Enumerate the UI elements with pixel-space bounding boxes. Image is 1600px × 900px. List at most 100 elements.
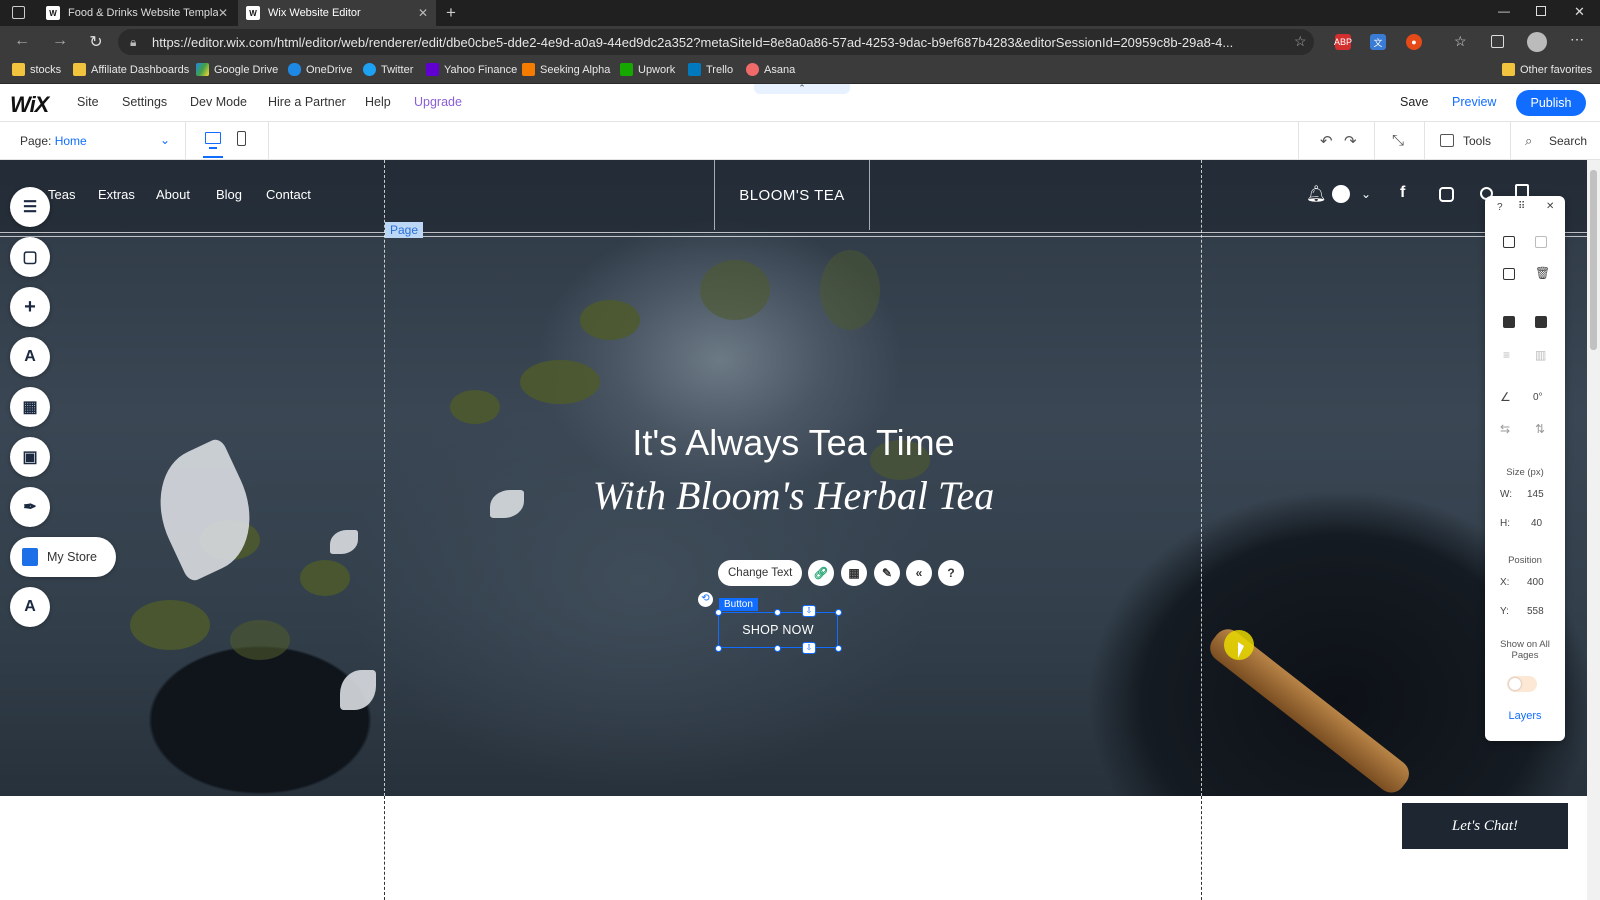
account-avatar-icon[interactable] (1332, 185, 1350, 203)
menu-upgrade[interactable]: Upgrade (414, 95, 462, 109)
help-icon[interactable]: ? (938, 560, 964, 586)
site-nav-extras[interactable]: Extras (98, 187, 135, 202)
change-text-button[interactable]: Change Text (718, 560, 803, 586)
reload-icon[interactable]: ↻ (86, 32, 106, 52)
more-menu-icon[interactable]: ⋯ (1570, 31, 1584, 48)
site-header[interactable]: Teas Extras About Blog Contact BLOOM'S T… (0, 160, 1587, 234)
desktop-view-icon[interactable] (205, 132, 221, 149)
bookmark-seeking-alpha[interactable]: Seeking Alpha (522, 63, 610, 76)
site-nav-teas[interactable]: Teas (48, 187, 75, 202)
help-icon[interactable]: ? (1497, 202, 1503, 213)
chevron-down-icon[interactable]: ⌄ (1361, 187, 1371, 201)
editor-canvas[interactable]: Teas Extras About Blog Contact BLOOM'S T… (0, 160, 1587, 900)
rotation-value[interactable]: 0° (1533, 392, 1543, 403)
rotate-handle-icon[interactable]: ⟲ (698, 592, 713, 607)
hero-subheadline[interactable]: With Bloom's Herbal Tea (0, 472, 1587, 519)
delete-icon[interactable]: 🗑︎ (1535, 266, 1550, 280)
align-icon[interactable] (1535, 316, 1547, 328)
width-input[interactable]: 145 (1527, 489, 1544, 500)
layers-link[interactable]: Layers (1485, 710, 1565, 722)
resize-handle[interactable] (835, 645, 842, 652)
minimize-icon[interactable]: — (1498, 4, 1510, 18)
blog-icon[interactable]: ✒ (10, 487, 50, 527)
resize-handle[interactable] (715, 609, 722, 616)
theme-icon[interactable]: A (10, 337, 50, 377)
arrange-icon[interactable] (1503, 316, 1515, 328)
bookmark-twitter[interactable]: Twitter (363, 63, 413, 76)
menu-hire-partner[interactable]: Hire a Partner (268, 95, 346, 109)
pages-menu-icon[interactable]: ☰ (10, 187, 50, 227)
scrollbar-thumb[interactable] (1590, 170, 1597, 350)
y-input[interactable]: 558 (1527, 606, 1544, 617)
tools-icon[interactable] (1440, 134, 1454, 147)
copy-icon[interactable] (1503, 236, 1515, 248)
bookmark-google-drive[interactable]: Google Drive (196, 63, 278, 76)
site-nav-about[interactable]: About (156, 187, 190, 202)
bookmark-asana[interactable]: Asana (746, 63, 795, 76)
facebook-icon[interactable]: f (1400, 184, 1405, 202)
bookmark-stocks[interactable]: stocks (12, 63, 61, 76)
stretch-handle-icon[interactable]: ⇩ (802, 605, 816, 617)
back-icon[interactable]: ← (12, 32, 32, 50)
bookmark-onedrive[interactable]: OneDrive (288, 63, 352, 76)
menu-site[interactable]: Site (77, 95, 99, 109)
collapse-topbar-handle[interactable]: ⌃ (754, 84, 850, 94)
undo-icon[interactable]: ↶ (1320, 132, 1333, 150)
url-field[interactable]: 🔒︎ https://editor.wix.com/html/editor/we… (118, 29, 1314, 55)
my-store-button[interactable]: My Store (10, 537, 116, 577)
mobile-view-icon[interactable] (237, 131, 246, 146)
add-apps-icon[interactable]: ▦ (10, 387, 50, 427)
preview-button[interactable]: Preview (1452, 95, 1496, 109)
add-elements-icon[interactable]: + (10, 287, 50, 327)
new-tab-icon[interactable]: + (446, 3, 456, 23)
page-selector[interactable]: Page: Home ⌄ (20, 133, 170, 148)
x-input[interactable]: 400 (1527, 577, 1544, 588)
favorites-icon[interactable]: ☆ (1454, 33, 1467, 50)
close-tab-icon[interactable]: ✕ (418, 6, 428, 20)
duplicate-icon[interactable] (1503, 268, 1515, 280)
design-icon[interactable]: ▦ (841, 560, 867, 586)
bookmark-yahoo-finance[interactable]: Yahoo Finance (426, 63, 517, 76)
animation-icon[interactable]: « (906, 560, 932, 586)
site-nav-contact[interactable]: Contact (266, 187, 311, 202)
publish-button[interactable]: Publish (1516, 90, 1586, 116)
drag-handle-icon[interactable]: ⠿ (1518, 201, 1525, 212)
instagram-icon[interactable] (1439, 187, 1454, 202)
redo-icon[interactable]: ↷ (1344, 132, 1357, 150)
height-input[interactable]: 40 (1531, 518, 1542, 529)
lets-chat-button[interactable]: Let's Chat! (1402, 803, 1568, 849)
flip-horizontal-icon[interactable]: ⇆ (1500, 422, 1510, 436)
media-icon[interactable]: ▣ (10, 437, 50, 477)
resize-handle[interactable] (774, 609, 781, 616)
show-on-all-pages-toggle[interactable] (1507, 676, 1537, 692)
favorite-star-icon[interactable]: ☆ (1294, 33, 1307, 50)
flip-vertical-icon[interactable]: ⇅ (1535, 422, 1545, 436)
link-icon[interactable]: 🔗︎ (808, 560, 834, 586)
search-icon[interactable]: ⌕ (1525, 133, 1532, 149)
shop-now-button[interactable]: SHOP NOW (718, 612, 838, 648)
close-tab-icon[interactable]: ✕ (218, 6, 228, 20)
tab-food-drinks[interactable]: W Food & Drinks Website Templat ✕ (38, 0, 236, 26)
tab-actions-icon[interactable] (12, 6, 25, 19)
zoom-out-icon[interactable]: ⤡ (1392, 132, 1404, 149)
site-logo[interactable]: BLOOM'S TEA (714, 160, 870, 230)
stretch-handle-icon[interactable]: ⇩ (802, 642, 816, 654)
canvas-scrollbar[interactable] (1587, 160, 1600, 900)
bookmark-upwork[interactable]: Upwork (620, 63, 675, 76)
tools-button[interactable]: Tools (1463, 134, 1491, 148)
close-window-icon[interactable]: ✕ (1574, 4, 1585, 20)
resize-handle[interactable] (774, 645, 781, 652)
resize-handle[interactable] (715, 645, 722, 652)
search-button[interactable]: Search (1549, 134, 1587, 148)
adblock-extension-icon[interactable]: ABP (1334, 34, 1352, 50)
tab-wix-editor[interactable]: W Wix Website Editor ✕ (238, 0, 436, 26)
menu-settings[interactable]: Settings (122, 95, 167, 109)
edit-pencil-icon[interactable]: ✎ (874, 560, 900, 586)
notification-bell-icon[interactable]: 🔔︎ (1306, 184, 1326, 204)
bookmark-other-favorites[interactable]: Other favorites (1502, 63, 1592, 76)
forward-icon[interactable]: → (50, 32, 70, 50)
bookmark-trello[interactable]: Trello (688, 63, 733, 76)
app-market-icon[interactable]: A (10, 587, 50, 627)
profile-avatar-icon[interactable] (1527, 32, 1547, 52)
resize-handle[interactable] (835, 609, 842, 616)
